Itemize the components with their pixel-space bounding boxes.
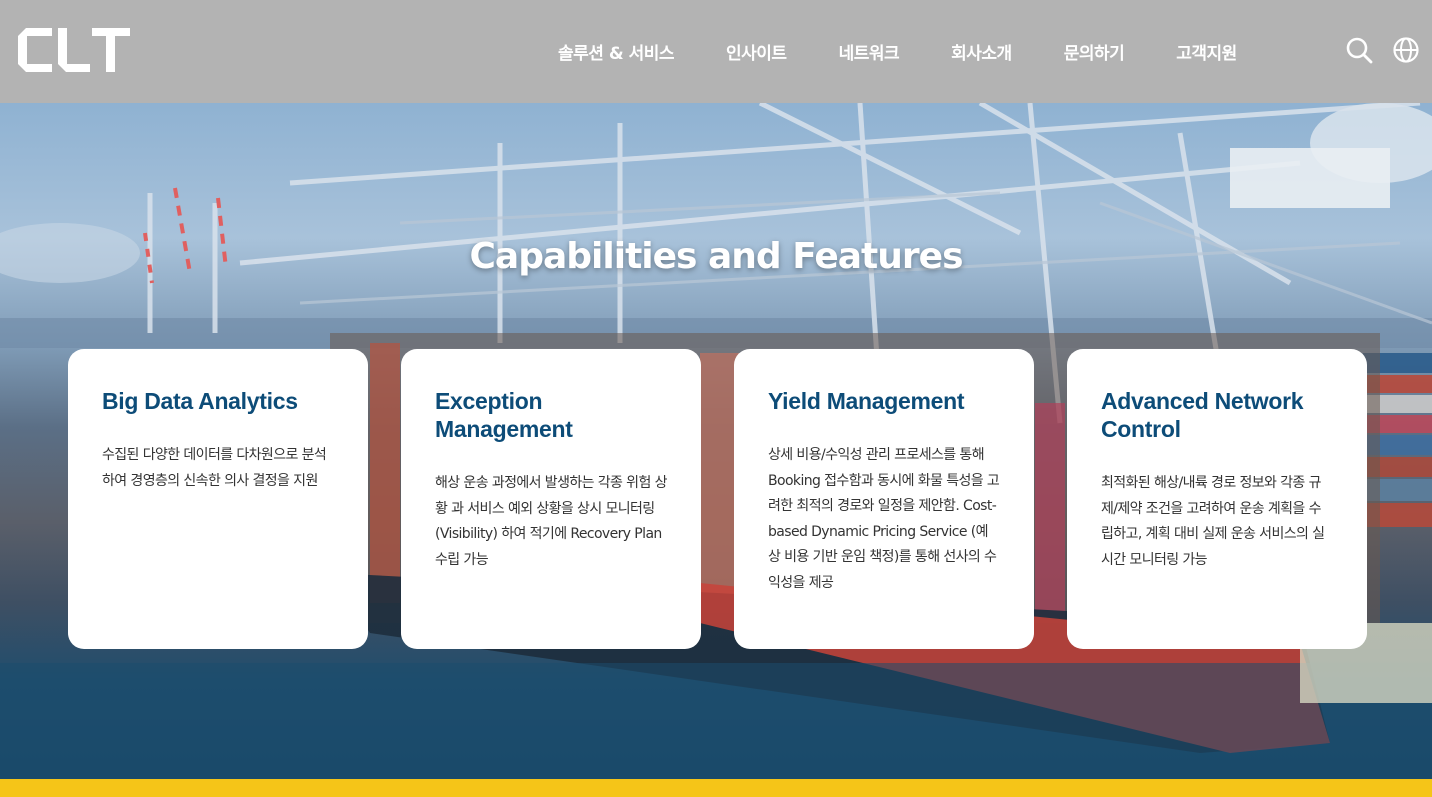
card-title: Exception Management <box>435 388 573 442</box>
card-title: Big Data Analytics <box>102 388 298 414</box>
card-yield-management: Yield Management 상세 비용/수익성 관리 프로세스를 통해 B… <box>734 349 1034 649</box>
card-description: 해상 운송 과정에서 발생하는 각종 위험 상황 과 서비스 예외 상황을 상시… <box>435 475 667 568</box>
card-description: 수집된 다양한 데이터를 다차원으로 분석하여 경영층의 신속한 의사 결정을 … <box>102 447 327 489</box>
card-big-data-analytics: Big Data Analytics 수집된 다양한 데이터를 다차원으로 분석… <box>68 349 368 649</box>
main-nav: 솔루션 & 서비스 인사이트 네트워크 회사소개 문의하기 고객지원 <box>540 0 1289 103</box>
nav-contact[interactable]: 문의하기 <box>1064 39 1125 64</box>
footer-accent-bar <box>0 779 1432 797</box>
card-description: 최적화된 해상/내륙 경로 정보와 각종 규제/제약 조건을 고려하여 운송 계… <box>1101 475 1325 568</box>
card-title: Advanced Network Control <box>1101 388 1304 442</box>
section-title: Capabilities and Features <box>469 236 964 277</box>
nav-network[interactable]: 네트워크 <box>839 39 900 64</box>
site-header: 솔루션 & 서비스 인사이트 네트워크 회사소개 문의하기 고객지원 <box>0 0 1432 103</box>
search-icon[interactable] <box>1345 36 1373 64</box>
nav-about[interactable]: 회사소개 <box>951 39 1012 64</box>
capabilities-hero: Capabilities and Features Big Data Analy… <box>0 103 1432 779</box>
nav-insight[interactable]: 인사이트 <box>726 39 787 64</box>
card-advanced-network-control: Advanced Network Control 최적화된 해상/내륙 경로 정… <box>1067 349 1367 649</box>
card-title: Yield Management <box>768 388 965 414</box>
globe-icon[interactable] <box>1392 36 1420 64</box>
clt-logo[interactable] <box>18 28 130 72</box>
card-description: 상세 비용/수익성 관리 프로세스를 통해 Booking 접수함과 동시에 화… <box>768 447 1000 591</box>
card-exception-management: Exception Management 해상 운송 과정에서 발생하는 각종 … <box>401 349 701 649</box>
nav-support[interactable]: 고객지원 <box>1176 39 1237 64</box>
nav-solutions-services[interactable]: 솔루션 & 서비스 <box>558 39 675 64</box>
